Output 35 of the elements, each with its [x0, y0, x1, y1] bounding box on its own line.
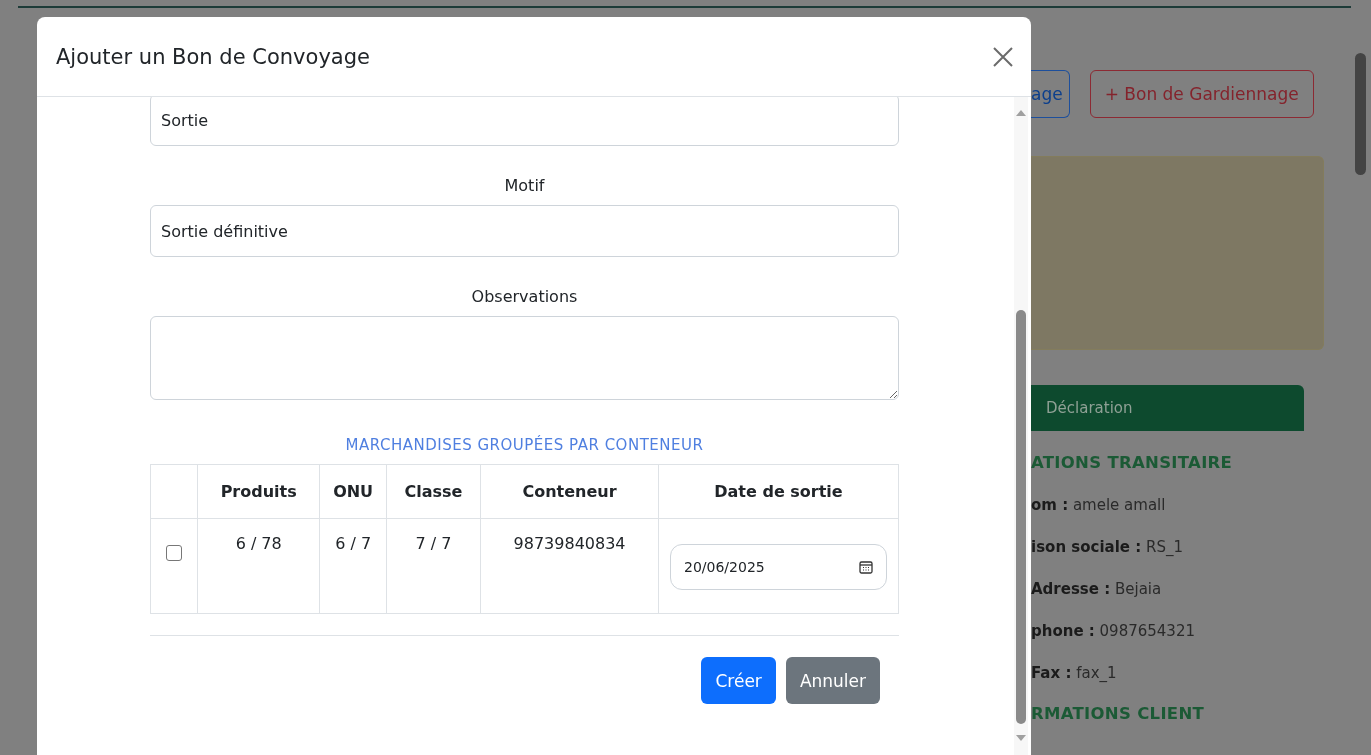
table-cell: 6 / 78 — [197, 518, 320, 614]
scroll-up-icon[interactable] — [1016, 110, 1026, 116]
column-header: Conteneur — [480, 464, 659, 519]
action-button[interactable]: Annuler — [785, 657, 880, 704]
column-header: Date de sortie — [658, 464, 899, 519]
column-header: ONU — [319, 464, 387, 519]
info-line: Fax : fax_1 — [1031, 664, 1118, 682]
scrollbar-thumb[interactable] — [1016, 310, 1026, 724]
field-label: Motif — [503, 176, 546, 195]
table-cell: 98739840834 — [480, 518, 659, 614]
info-line: om : amele amall — [1031, 496, 1167, 514]
table-cell: 6 / 7 — [319, 518, 387, 614]
action-button[interactable]: Créer — [701, 657, 776, 704]
calendar-icon[interactable] — [859, 560, 873, 574]
scrollbar-thumb[interactable] — [1355, 53, 1366, 175]
tab[interactable]: Déclaration — [1031, 385, 1304, 431]
date-field[interactable]: 20/06/2025 — [670, 544, 887, 590]
checkbox[interactable] — [166, 545, 182, 561]
field-label: Observations — [470, 287, 579, 306]
input-field[interactable]: Sortie définitive — [150, 205, 899, 257]
text-area[interactable] — [150, 316, 899, 400]
dialog-title: Ajouter un Bon de Convoyage — [56, 44, 370, 69]
info-line: ison sociale : RS_1 — [1031, 538, 1184, 556]
info-line: Adresse : Bejaia — [1031, 580, 1163, 598]
input-field[interactable]: Sortie — [150, 97, 899, 146]
column-header: Classe — [386, 464, 481, 519]
close-icon[interactable] — [992, 45, 1014, 68]
section-title: ATIONS TRANSITAIRE — [1031, 453, 1234, 472]
section-title: RMATIONS CLIENT — [1031, 704, 1206, 723]
table-title: MARCHANDISES GROUPÉES PAR CONTENEUR — [344, 436, 705, 454]
column-header: Produits — [197, 464, 320, 519]
info-line: phone : 0987654321 — [1031, 622, 1196, 640]
outline-button[interactable]: + Bon de Gardiennage — [1089, 70, 1314, 118]
table-cell: 7 / 7 — [386, 518, 481, 614]
scroll-down-icon[interactable] — [1016, 735, 1026, 741]
